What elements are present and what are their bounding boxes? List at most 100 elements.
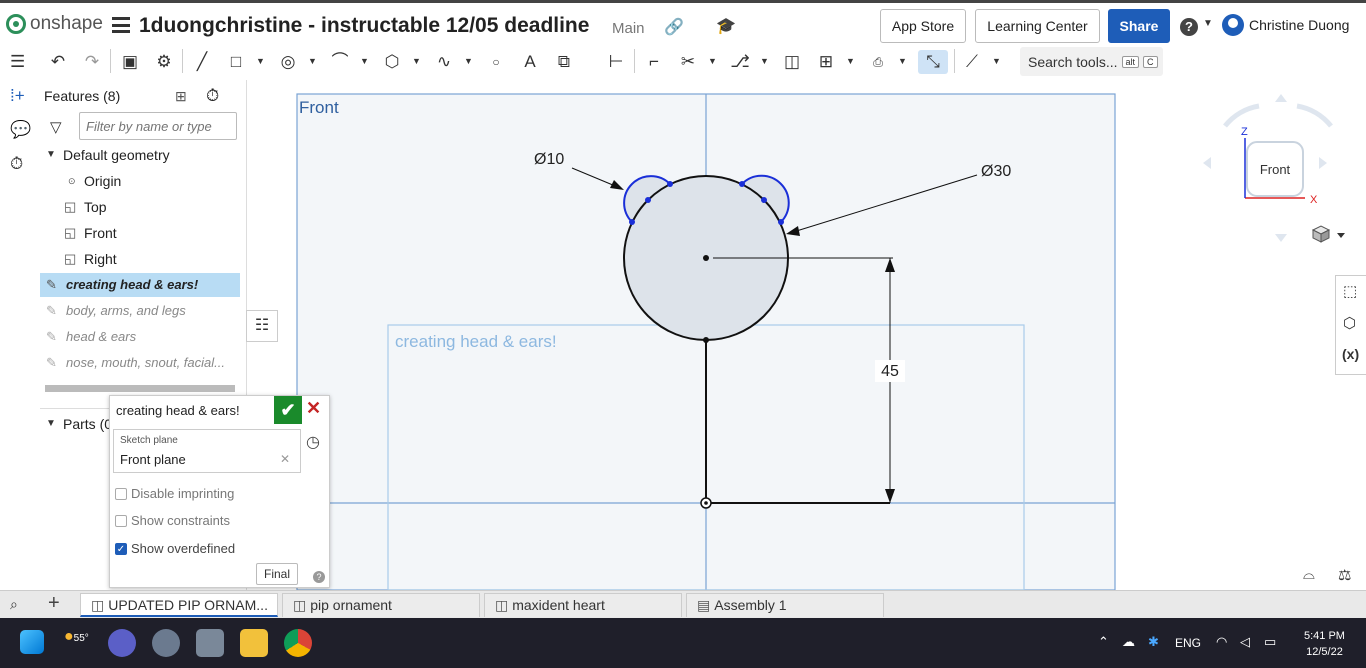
use-tool-icon[interactable]: ⎇ [730,50,750,74]
chevron-down-icon[interactable]: ▼ [1203,18,1213,29]
feature-row[interactable]: ✎ head & ears [40,325,240,349]
comments-icon[interactable]: 💬 [10,120,31,140]
origin-row[interactable]: ⊙ Origin [40,169,240,193]
show-constraints-icon[interactable]: ⤡ [918,50,948,74]
add-folder-icon[interactable]: ⊞ [175,88,187,105]
chevron-down-icon[interactable]: ▼ [308,56,317,66]
feature-list-toggle-icon[interactable]: ☷ [246,310,278,342]
insert-icon[interactable]: ⁞+ [10,86,25,106]
sketch-name[interactable]: creating head & ears! [116,403,240,418]
chevron-up-icon[interactable]: ⌃ [1098,634,1109,650]
checkbox-checked[interactable]: ✓ [115,542,127,555]
undo-icon[interactable]: ↶ [48,50,68,74]
appearance-panel-icon[interactable]: ⬚ [1343,282,1357,300]
point-tool-icon[interactable]: ○ [486,50,506,74]
settings-gear-icon[interactable] [152,629,180,657]
arc-tool-icon[interactable]: ⌒ [330,50,350,74]
help-icon[interactable]: ? [313,571,325,583]
tab-updated-pip-ornament[interactable]: ◫ UPDATED PIP ORNAM... [80,593,278,617]
document-title[interactable]: 1duongchristine - instructable 12/05 dea… [139,14,589,38]
show-constraints-checkbox[interactable]: Show constraints [115,513,230,528]
show-overdefined-checkbox[interactable]: ✓ Show overdefined [115,541,235,556]
constraint-tool-icon[interactable]: ⟋ [962,50,982,74]
chevron-down-icon[interactable]: ▼ [846,56,855,66]
camera-icon[interactable] [196,629,224,657]
plane-row-front[interactable]: ◱ Front [40,221,240,245]
text-tool-icon[interactable]: A [520,50,540,74]
chevron-down-icon[interactable]: ▼ [46,143,56,167]
configurations-panel-icon[interactable]: ⬡ [1343,314,1356,332]
user-name[interactable]: Christine Duong [1249,17,1349,33]
sketch-plane-field[interactable]: Sketch plane Front plane ✕ [113,429,301,473]
avatar[interactable] [1222,14,1244,36]
bluetooth-icon[interactable]: ✱ [1148,634,1159,650]
chevron-down-icon[interactable]: ▼ [412,56,421,66]
redo-icon[interactable]: ↷ [82,50,102,74]
app-store-button[interactable]: App Store [880,9,966,43]
chevron-down-icon[interactable]: ▼ [708,56,717,66]
filter-icon[interactable]: ▽ [50,118,62,136]
line-tool-icon[interactable]: ╱ [192,50,212,74]
chevron-down-icon[interactable]: ▼ [898,56,907,66]
measure-icon[interactable]: ⌓ [1303,566,1315,583]
plane-row-right[interactable]: ◱ Right [40,247,240,271]
sketch-canvas[interactable]: Front creating head & ears! 45 Ø10 Ø30 F… [247,80,1366,590]
help-icon[interactable]: ? [1180,18,1198,36]
spline-tool-icon[interactable]: ∿ [434,50,454,74]
graduation-cap-icon[interactable]: 🎓 [716,16,736,36]
feature-row[interactable]: ✎ nose, mouth, snout, facial... [40,351,240,375]
hamburger-menu-icon[interactable] [112,17,130,33]
rollback-timer-icon[interactable]: ⏱ [206,86,219,106]
chrome-icon[interactable] [284,629,312,657]
plane-row-top[interactable]: ◱ Top [40,195,240,219]
feature-scrollbar[interactable] [45,385,235,392]
volume-icon[interactable]: ◁ [1240,634,1250,650]
windows-start-icon[interactable] [20,630,44,654]
feature-filter-input[interactable] [79,112,237,140]
copy-sketch-icon[interactable]: ▣ [120,50,140,74]
file-explorer-icon[interactable] [240,629,268,657]
rectangle-tool-icon[interactable]: □ [226,50,246,74]
battery-icon[interactable]: ▭ [1264,634,1276,650]
feature-row[interactable]: ✎ body, arms, and legs [40,299,240,323]
chevron-down-icon[interactable]: ▼ [256,56,265,66]
teams-chat-icon[interactable] [108,629,136,657]
dxf-import-icon[interactable]: ⎙ [868,50,888,74]
fillet-tool-icon[interactable]: ⌐ [644,50,664,74]
feature-list-icon[interactable]: ☰ [10,52,25,72]
confirm-check-icon[interactable]: ✔ [274,396,302,424]
wifi-icon[interactable]: ◠ [1216,634,1227,650]
default-geometry-row[interactable]: ▼ Default geometry [40,143,240,167]
link-icon[interactable]: 🔗 [664,17,684,37]
tab-pip-ornament[interactable]: ◫ pip ornament [282,593,480,617]
tab-assembly-1[interactable]: ▤ Assembly 1 [686,593,884,617]
checkbox[interactable] [115,514,127,527]
language-indicator[interactable]: ENG [1175,636,1201,650]
trim-tool-icon[interactable]: ✂ [678,50,698,74]
onedrive-cloud-icon[interactable]: ☁ [1122,634,1135,650]
learning-center-button[interactable]: Learning Center [975,9,1100,43]
construction-tool-icon[interactable]: ⧉ [554,50,574,74]
branch-label[interactable]: Main [612,20,645,37]
onshape-logo[interactable]: onshape [6,13,103,35]
tab-maxident-heart[interactable]: ◫ maxident heart [484,593,682,617]
circle-tool-icon[interactable]: ◎ [278,50,298,74]
chevron-down-icon[interactable]: ▼ [992,56,1001,66]
chevron-down-icon[interactable]: ▼ [760,56,769,66]
search-tabs-icon[interactable]: ⌕ [10,596,18,613]
sketch-settings-icon[interactable]: ⚙ [154,50,174,74]
share-button[interactable]: Share [1108,9,1170,43]
mirror-tool-icon[interactable]: ◫ [782,50,802,74]
clear-x-icon[interactable]: ✕ [280,452,290,466]
disable-imprinting-checkbox[interactable]: Disable imprinting [115,486,234,501]
search-tools-input[interactable]: Search tools... alt C [1020,47,1163,76]
clock-icon[interactable]: ◷ [306,432,320,452]
clock[interactable]: 5:41 PM 12/5/22 [1304,628,1345,660]
chevron-down-icon[interactable]: ▼ [464,56,473,66]
cancel-x-icon[interactable]: ✕ [306,398,321,419]
history-icon[interactable]: ⏱ [10,154,23,174]
dimension-tool-icon[interactable]: ⊢ [606,50,626,74]
weather-widget[interactable]: ●55° [64,628,89,646]
feature-row-selected[interactable]: ✎ creating head & ears! [40,273,240,297]
mass-properties-icon[interactable]: ⚖ [1338,566,1351,584]
